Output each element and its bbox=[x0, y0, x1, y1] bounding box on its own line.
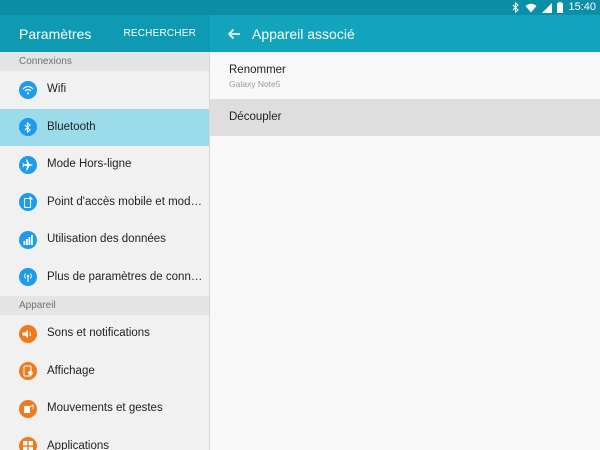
unpair-label: Découpler bbox=[229, 111, 282, 123]
sidebar-item-display[interactable]: Affichage bbox=[0, 353, 209, 391]
more-connections-icon bbox=[19, 268, 37, 286]
sound-icon bbox=[19, 324, 37, 343]
settings-title: Paramètres bbox=[19, 26, 92, 42]
settings-sidebar: Connexions Wifi Bluetooth Mode Hors-lign… bbox=[0, 52, 209, 450]
bluetooth-status-icon bbox=[512, 2, 520, 13]
battery-status-icon bbox=[557, 2, 564, 13]
section-header-connexions: Connexions bbox=[0, 52, 209, 71]
settings-header: Paramètres RECHERCHER bbox=[0, 15, 210, 52]
detail-title: Appareil associé bbox=[252, 26, 355, 42]
sidebar-item-bluetooth[interactable]: Bluetooth bbox=[0, 108, 209, 146]
sidebar-item-more-connections[interactable]: Plus de paramètres de connex.. bbox=[0, 259, 209, 297]
status-icons: 15:40 bbox=[512, 1, 596, 14]
detail-header: Appareil associé bbox=[210, 15, 600, 52]
section-header-appareil: Appareil bbox=[0, 296, 209, 315]
signal-status-icon bbox=[542, 2, 553, 13]
paired-device-panel: Renommer Galaxy Note5 Découpler bbox=[210, 52, 600, 450]
rename-option[interactable]: Renommer Galaxy Note5 bbox=[210, 52, 600, 99]
motion-icon bbox=[19, 399, 37, 418]
sidebar-item-label: Utilisation des données bbox=[47, 233, 166, 245]
sidebar-item-hotspot[interactable]: Point d'accès mobile et modem bbox=[0, 184, 209, 222]
sidebar-item-label: Mode Hors-ligne bbox=[47, 158, 132, 170]
search-button[interactable]: RECHERCHER bbox=[123, 28, 196, 39]
wifi-status-icon bbox=[525, 3, 537, 13]
sidebar-item-label: Plus de paramètres de connex.. bbox=[47, 270, 203, 283]
data-usage-icon bbox=[19, 230, 37, 249]
sidebar-item-label: Mouvements et gestes bbox=[47, 402, 163, 414]
apps-icon bbox=[19, 437, 37, 450]
sidebar-item-label: Wifi bbox=[47, 83, 67, 95]
sidebar-item-airplane-mode[interactable]: Mode Hors-ligne bbox=[0, 146, 209, 184]
device-name: Galaxy Note5 bbox=[229, 79, 281, 89]
sidebar-item-wifi[interactable]: Wifi bbox=[0, 71, 209, 109]
rename-label: Renommer bbox=[229, 64, 286, 76]
bluetooth-icon bbox=[19, 118, 37, 136]
sidebar-item-applications[interactable]: Applications bbox=[0, 428, 209, 450]
back-arrow-icon[interactable] bbox=[226, 26, 242, 42]
unpair-option[interactable]: Découpler bbox=[210, 99, 600, 136]
sidebar-item-sounds[interactable]: Sons et notifications bbox=[0, 315, 209, 353]
sidebar-item-motion[interactable]: Mouvements et gestes bbox=[0, 390, 209, 428]
sidebar-item-label: Bluetooth bbox=[47, 120, 96, 133]
status-bar: 15:40 bbox=[0, 0, 600, 15]
sidebar-item-label: Point d'accès mobile et modem bbox=[47, 195, 203, 208]
status-time: 15:40 bbox=[568, 1, 596, 13]
sidebar-item-label: Sons et notifications bbox=[47, 327, 150, 339]
sidebar-item-data-usage[interactable]: Utilisation des données bbox=[0, 221, 209, 259]
sidebar-item-label: Applications bbox=[47, 439, 110, 450]
sidebar-item-label: Affichage bbox=[47, 364, 95, 377]
display-icon bbox=[19, 362, 37, 380]
airplane-icon bbox=[19, 155, 37, 174]
wifi-icon bbox=[19, 80, 37, 99]
hotspot-icon bbox=[19, 193, 37, 211]
